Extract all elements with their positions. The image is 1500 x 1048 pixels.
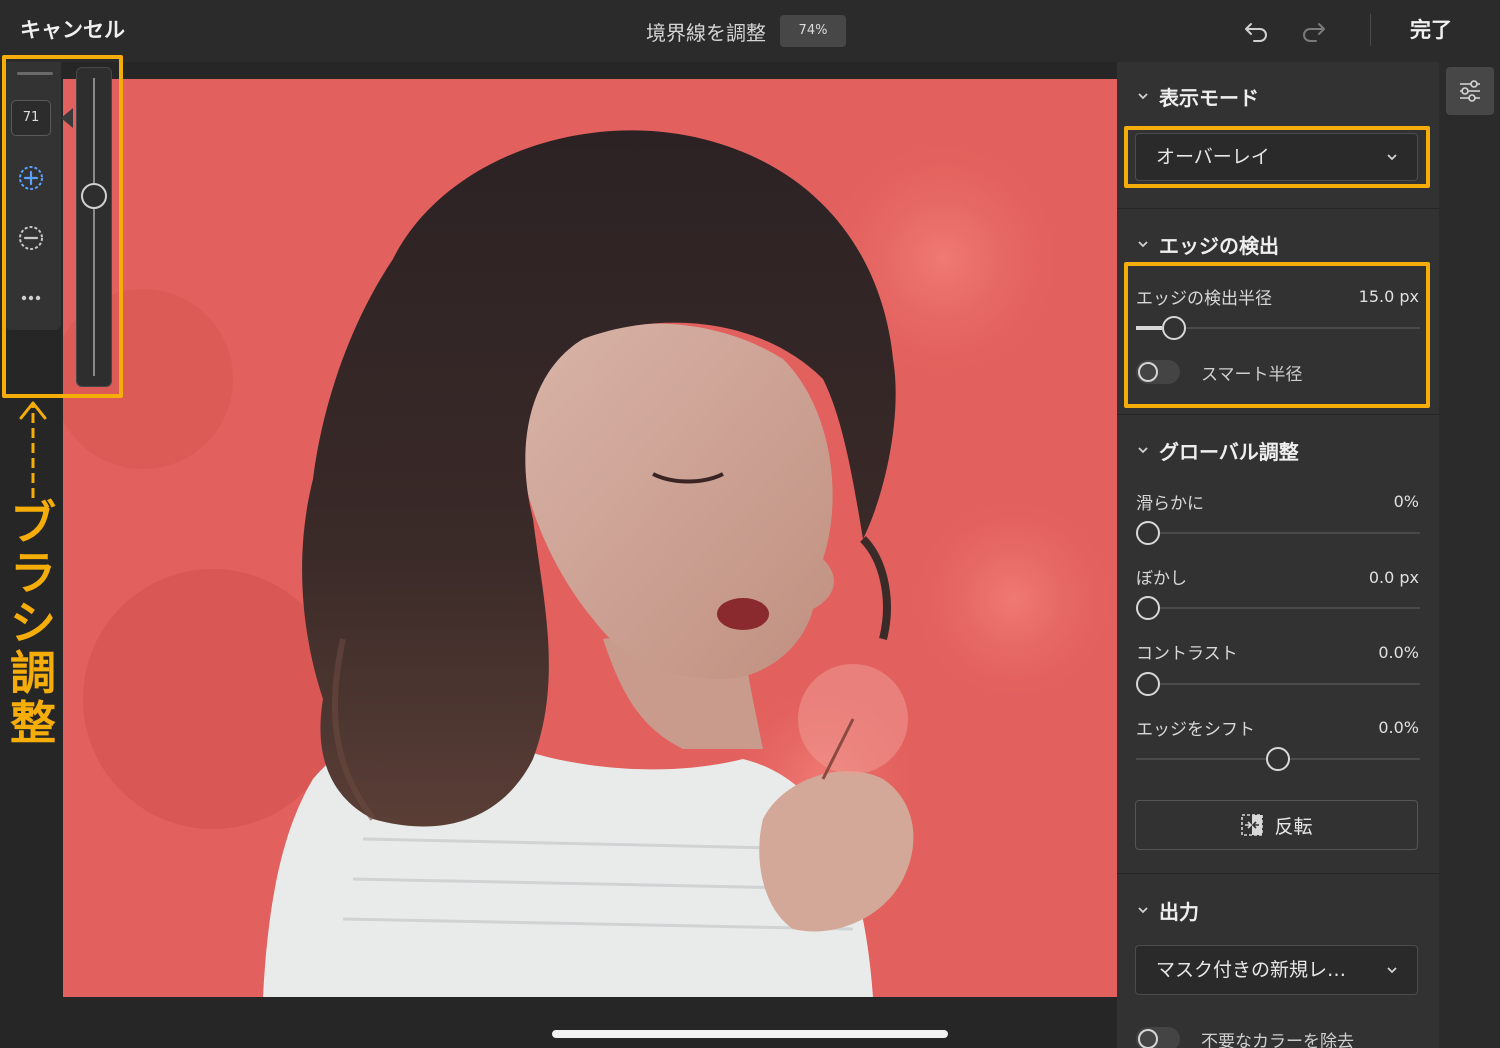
page-title: 境界線を調整 (646, 20, 766, 45)
side-strip (1439, 62, 1500, 1048)
refine-edge-workspace: キャンセル 境界線を調整 74% 完了 71 ブラシ調整 表示モード オーバーレ… (0, 0, 1500, 1048)
shift-edge-label: エッジをシフト (1136, 720, 1255, 740)
feather-value[interactable]: 0.0 px (1369, 568, 1419, 587)
title-group: 境界線を調整 74% (646, 14, 846, 48)
contrast-slider[interactable] (1136, 670, 1420, 698)
properties-panel: 表示モード オーバーレイ エッジの検出 エッジの検出半径 15.0 px スマー… (1117, 62, 1439, 1048)
chevron-down-icon (1387, 967, 1397, 974)
undo-icon (1245, 23, 1267, 42)
annotation-box-brush (2, 55, 123, 398)
done-button[interactable]: 完了 (1410, 14, 1452, 46)
zoom-level-badge[interactable]: 74% (780, 15, 846, 47)
shift-edge-value[interactable]: 0.0% (1378, 718, 1419, 737)
photo-image (63, 79, 1117, 997)
adjustments-button[interactable] (1446, 67, 1494, 115)
slider-thumb[interactable] (1136, 521, 1160, 545)
smooth-label: 滑らかに (1136, 494, 1204, 514)
section-output-header[interactable]: 出力 (1137, 895, 1199, 925)
home-indicator (552, 1030, 948, 1038)
cancel-button[interactable]: キャンセル (20, 14, 125, 46)
section-global-adjust-header[interactable]: グローバル調整 (1137, 435, 1299, 465)
annotation-label: ブラシ調整 (10, 496, 56, 750)
annotation-box-view-mode (1124, 126, 1430, 188)
feather-label: ぼかし (1136, 569, 1187, 589)
slider-track (1136, 607, 1420, 609)
invert-button[interactable]: 反転 (1135, 800, 1418, 850)
slider-thumb[interactable] (1136, 596, 1160, 620)
annotation-box-edge-detection (1124, 262, 1430, 408)
chevron-down-icon (1138, 241, 1148, 248)
section-edge-detection-header[interactable]: エッジの検出 (1137, 229, 1279, 259)
contrast-value[interactable]: 0.0% (1378, 643, 1419, 662)
section-divider (1117, 873, 1439, 874)
slider-track (1136, 532, 1420, 534)
section-title: 表示モード (1159, 85, 1259, 110)
toggle-knob (1138, 1029, 1158, 1048)
top-bar: キャンセル 境界線を調整 74% 完了 (0, 0, 1500, 62)
top-divider (1370, 14, 1371, 46)
smooth-value[interactable]: 0% (1394, 492, 1419, 511)
annotation-arrow-icon (19, 401, 47, 498)
invert-icon (1241, 814, 1264, 836)
undo-button[interactable] (1242, 16, 1272, 46)
redo-icon (1303, 23, 1325, 42)
shift-edge-slider[interactable] (1136, 745, 1420, 773)
sliders-icon (1460, 80, 1480, 102)
decontaminate-toggle[interactable] (1136, 1027, 1180, 1048)
chevron-down-icon (1138, 447, 1148, 454)
section-title: グローバル調整 (1159, 439, 1299, 464)
decontaminate-label: 不要なカラーを除去 (1201, 1032, 1354, 1048)
slider-thumb[interactable] (1266, 747, 1290, 771)
smooth-slider[interactable] (1136, 519, 1420, 547)
chevron-down-icon (1138, 907, 1148, 914)
output-dropdown[interactable]: マスク付きの新規レ… (1135, 945, 1418, 995)
section-view-mode-header[interactable]: 表示モード (1137, 81, 1259, 111)
section-divider (1117, 414, 1439, 415)
slider-track (1136, 683, 1420, 685)
section-title: エッジの検出 (1159, 233, 1279, 258)
contrast-label: コントラスト (1136, 644, 1238, 664)
invert-label: 反転 (1274, 815, 1313, 838)
redo-button[interactable] (1298, 16, 1328, 46)
chevron-down-icon (1138, 93, 1148, 100)
section-title: 出力 (1159, 899, 1199, 924)
dropdown-value: マスク付きの新規レ… (1156, 959, 1347, 981)
slider-thumb[interactable] (1136, 672, 1160, 696)
photo-canvas[interactable] (63, 79, 1117, 997)
section-divider (1117, 208, 1439, 209)
feather-slider[interactable] (1136, 594, 1420, 622)
